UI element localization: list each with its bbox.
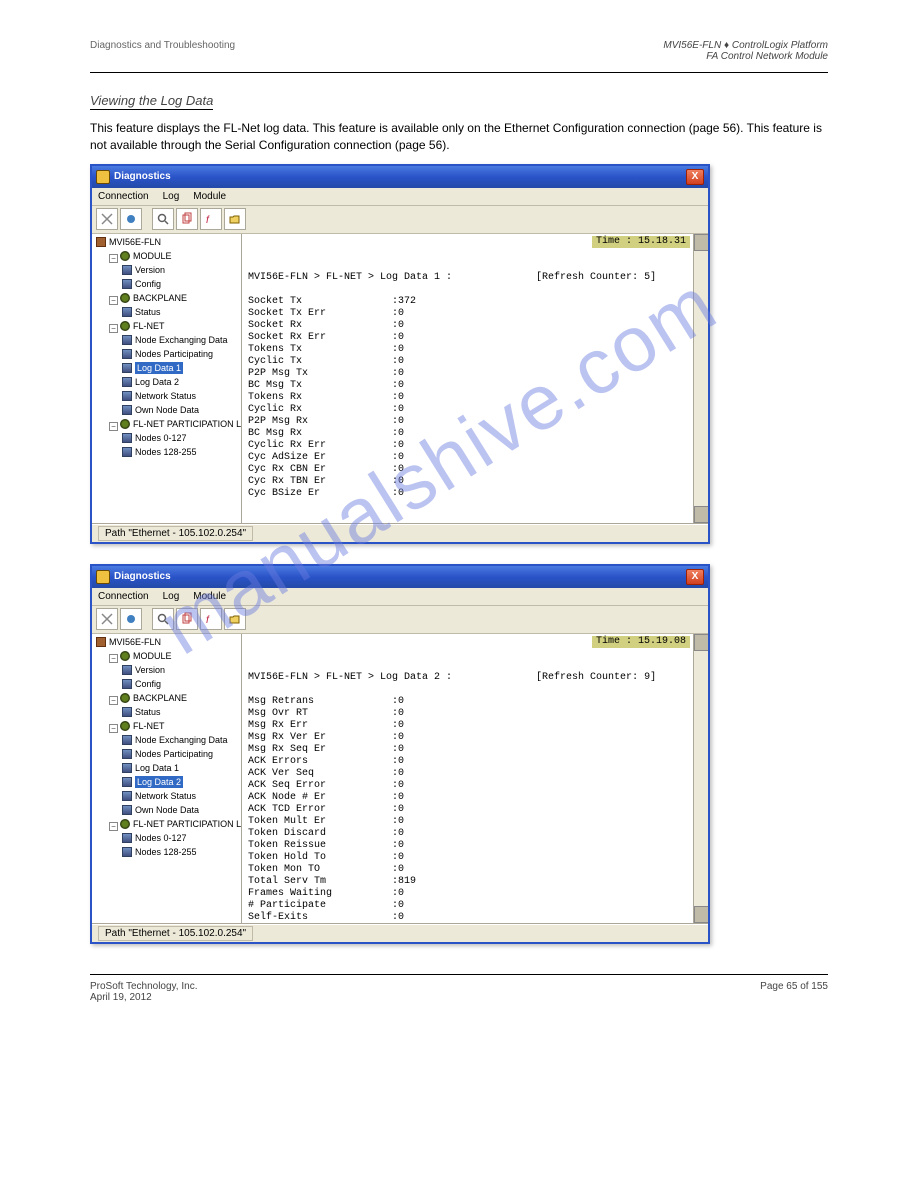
header-rule: [90, 72, 828, 73]
scrollbar[interactable]: [693, 634, 708, 923]
close-button[interactable]: X: [686, 169, 704, 185]
toolbar-btn-copy[interactable]: [176, 208, 198, 230]
tree-partlist-128-255[interactable]: Nodes 128-255: [122, 846, 197, 858]
tree-flnet-netstatus[interactable]: Network Status: [122, 390, 196, 402]
window-title: Diagnostics: [114, 171, 171, 182]
output-pane: MVI56E-FLN > FL-NET > Log Data 1 : [Refr…: [242, 234, 708, 523]
tree-flnet[interactable]: FL-NET: [120, 320, 165, 332]
tree-module[interactable]: MODULE: [120, 250, 172, 262]
tree-backplane-status[interactable]: Status: [122, 306, 161, 318]
time-badge: Time : 15.19.08: [592, 636, 690, 648]
tree-partlist[interactable]: FL-NET PARTICIPATION LIST: [120, 418, 242, 430]
diagnostics-window-2: Diagnostics X Connection Log Module f MV…: [90, 564, 710, 944]
statusbar: Path "Ethernet - 105.102.0.254": [92, 524, 708, 542]
menu-log[interactable]: Log: [163, 591, 180, 602]
page-footer: ProSoft Technology, Inc. April 19, 2012 …: [90, 974, 828, 1003]
titlebar[interactable]: Diagnostics X: [92, 166, 708, 188]
tree-partlist-128-255[interactable]: Nodes 128-255: [122, 446, 197, 458]
toolbar-btn-search[interactable]: [152, 208, 174, 230]
tree-module-config[interactable]: Config: [122, 278, 161, 290]
tree-partlist-0-127[interactable]: Nodes 0-127: [122, 832, 187, 844]
tree-backplane[interactable]: BACKPLANE: [120, 692, 187, 704]
toolbar: f: [92, 206, 708, 234]
toolbar-btn-open[interactable]: [224, 208, 246, 230]
toolbar-btn-2[interactable]: [120, 608, 142, 630]
intro-paragraph: This feature displays the FL-Net log dat…: [90, 120, 828, 154]
tree-backplane[interactable]: BACKPLANE: [120, 292, 187, 304]
toolbar: f: [92, 606, 708, 634]
tree-flnet-netstatus[interactable]: Network Status: [122, 790, 196, 802]
svg-text:f: f: [206, 615, 210, 626]
menu-module[interactable]: Module: [193, 191, 226, 202]
time-badge: Time : 15.18.31: [592, 236, 690, 248]
page-header: Diagnostics and Troubleshooting MVI56E-F…: [90, 40, 828, 62]
header-left: Diagnostics and Troubleshooting: [90, 40, 235, 62]
toolbar-btn-1[interactable]: [96, 208, 118, 230]
tree-partlist[interactable]: FL-NET PARTICIPATION LIST: [120, 818, 242, 830]
toolbar-btn-open[interactable]: [224, 608, 246, 630]
tree-root[interactable]: MVI56E-FLN: [96, 636, 161, 648]
toolbar-btn-1[interactable]: [96, 608, 118, 630]
app-icon: [96, 570, 110, 584]
window-title: Diagnostics: [114, 571, 171, 582]
section-heading: Viewing the Log Data: [90, 93, 828, 110]
menu-log[interactable]: Log: [163, 191, 180, 202]
status-path: Path "Ethernet - 105.102.0.254": [98, 526, 253, 541]
menubar: Connection Log Module: [92, 588, 708, 606]
nav-tree[interactable]: MVI56E-FLN −MODULE Version Config −BACKP…: [92, 634, 242, 923]
menubar: Connection Log Module: [92, 188, 708, 206]
app-icon: [96, 170, 110, 184]
tree-flnet-nodeex[interactable]: Node Exchanging Data: [122, 334, 228, 346]
titlebar[interactable]: Diagnostics X: [92, 566, 708, 588]
toolbar-btn-search[interactable]: [152, 608, 174, 630]
close-button[interactable]: X: [686, 569, 704, 585]
header-right: MVI56E-FLN ♦ ControlLogix Platform FA Co…: [663, 40, 828, 62]
tree-flnet-logdata2[interactable]: Log Data 2: [122, 776, 183, 788]
tree-module-config[interactable]: Config: [122, 678, 161, 690]
diagnostics-window-1: Diagnostics X Connection Log Module f MV…: [90, 164, 710, 544]
nav-tree[interactable]: MVI56E-FLN −MODULE Version Config −BACKP…: [92, 234, 242, 523]
tree-flnet-ownnode[interactable]: Own Node Data: [122, 404, 199, 416]
statusbar: Path "Ethernet - 105.102.0.254": [92, 924, 708, 942]
tree-flnet-ownnode[interactable]: Own Node Data: [122, 804, 199, 816]
toolbar-btn-copy[interactable]: [176, 608, 198, 630]
tree-module-version[interactable]: Version: [122, 264, 165, 276]
toolbar-btn-fn[interactable]: f: [200, 208, 222, 230]
output-pane: MVI56E-FLN > FL-NET > Log Data 2 : [Refr…: [242, 634, 708, 923]
tree-flnet-logdata2[interactable]: Log Data 2: [122, 376, 179, 388]
tree-flnet-nodeex[interactable]: Node Exchanging Data: [122, 734, 228, 746]
tree-flnet-nodespart[interactable]: Nodes Participating: [122, 748, 213, 760]
tree-flnet[interactable]: FL-NET: [120, 720, 165, 732]
tree-module-version[interactable]: Version: [122, 664, 165, 676]
tree-partlist-0-127[interactable]: Nodes 0-127: [122, 432, 187, 444]
menu-module[interactable]: Module: [193, 591, 226, 602]
tree-backplane-status[interactable]: Status: [122, 706, 161, 718]
toolbar-btn-2[interactable]: [120, 208, 142, 230]
menu-connection[interactable]: Connection: [98, 591, 149, 602]
svg-text:f: f: [206, 215, 210, 226]
tree-root[interactable]: MVI56E-FLN: [96, 236, 161, 248]
menu-connection[interactable]: Connection: [98, 191, 149, 202]
toolbar-btn-fn[interactable]: f: [200, 608, 222, 630]
tree-flnet-logdata1[interactable]: Log Data 1: [122, 762, 179, 774]
tree-module[interactable]: MODULE: [120, 650, 172, 662]
tree-flnet-nodespart[interactable]: Nodes Participating: [122, 348, 213, 360]
scrollbar[interactable]: [693, 234, 708, 523]
tree-flnet-logdata1[interactable]: Log Data 1: [122, 362, 183, 374]
status-path: Path "Ethernet - 105.102.0.254": [98, 926, 253, 941]
